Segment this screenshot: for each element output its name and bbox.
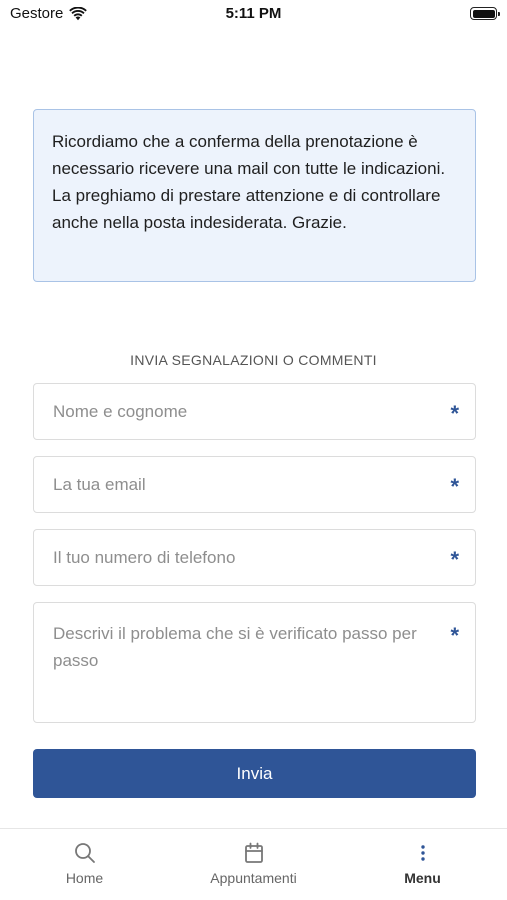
- more-vertical-icon: [411, 841, 435, 865]
- tab-home[interactable]: Home: [0, 829, 169, 900]
- required-asterisk: *: [450, 623, 459, 648]
- notice-text: Ricordiamo che a conferma della prenotaz…: [52, 132, 446, 232]
- required-asterisk: *: [450, 547, 459, 572]
- tab-appuntamenti-label: Appuntamenti: [210, 870, 297, 886]
- email-input[interactable]: [34, 457, 475, 512]
- required-asterisk: *: [450, 474, 459, 499]
- calendar-icon: [242, 841, 266, 865]
- phone-input[interactable]: [34, 530, 475, 585]
- phone-field: *: [33, 529, 476, 586]
- name-input[interactable]: [34, 384, 475, 439]
- required-asterisk: *: [450, 401, 459, 426]
- bottom-tab-bar: Home Appuntamenti Menu: [0, 828, 507, 900]
- battery-tip: [497, 11, 500, 16]
- submit-button[interactable]: Invia: [33, 749, 476, 798]
- tab-menu[interactable]: Menu: [338, 829, 507, 900]
- battery-icon: [470, 7, 500, 20]
- notice-box: Ricordiamo che a conferma della prenotaz…: [33, 109, 476, 282]
- status-bar: Gestore 5:11 PM: [0, 0, 507, 30]
- battery-level: [472, 9, 495, 18]
- description-textarea[interactable]: [34, 603, 475, 722]
- email-field: *: [33, 456, 476, 513]
- tab-home-label: Home: [65, 870, 104, 886]
- search-icon: [73, 841, 97, 865]
- description-field: *: [33, 602, 476, 723]
- tab-menu-label: Menu: [404, 870, 441, 886]
- form-section-title: INVIA SEGNALAZIONI O COMMENTI: [130, 352, 377, 368]
- tab-appuntamenti[interactable]: Appuntamenti: [169, 829, 338, 900]
- name-field: *: [33, 383, 476, 440]
- status-time: 5:11 PM: [225, 5, 282, 22]
